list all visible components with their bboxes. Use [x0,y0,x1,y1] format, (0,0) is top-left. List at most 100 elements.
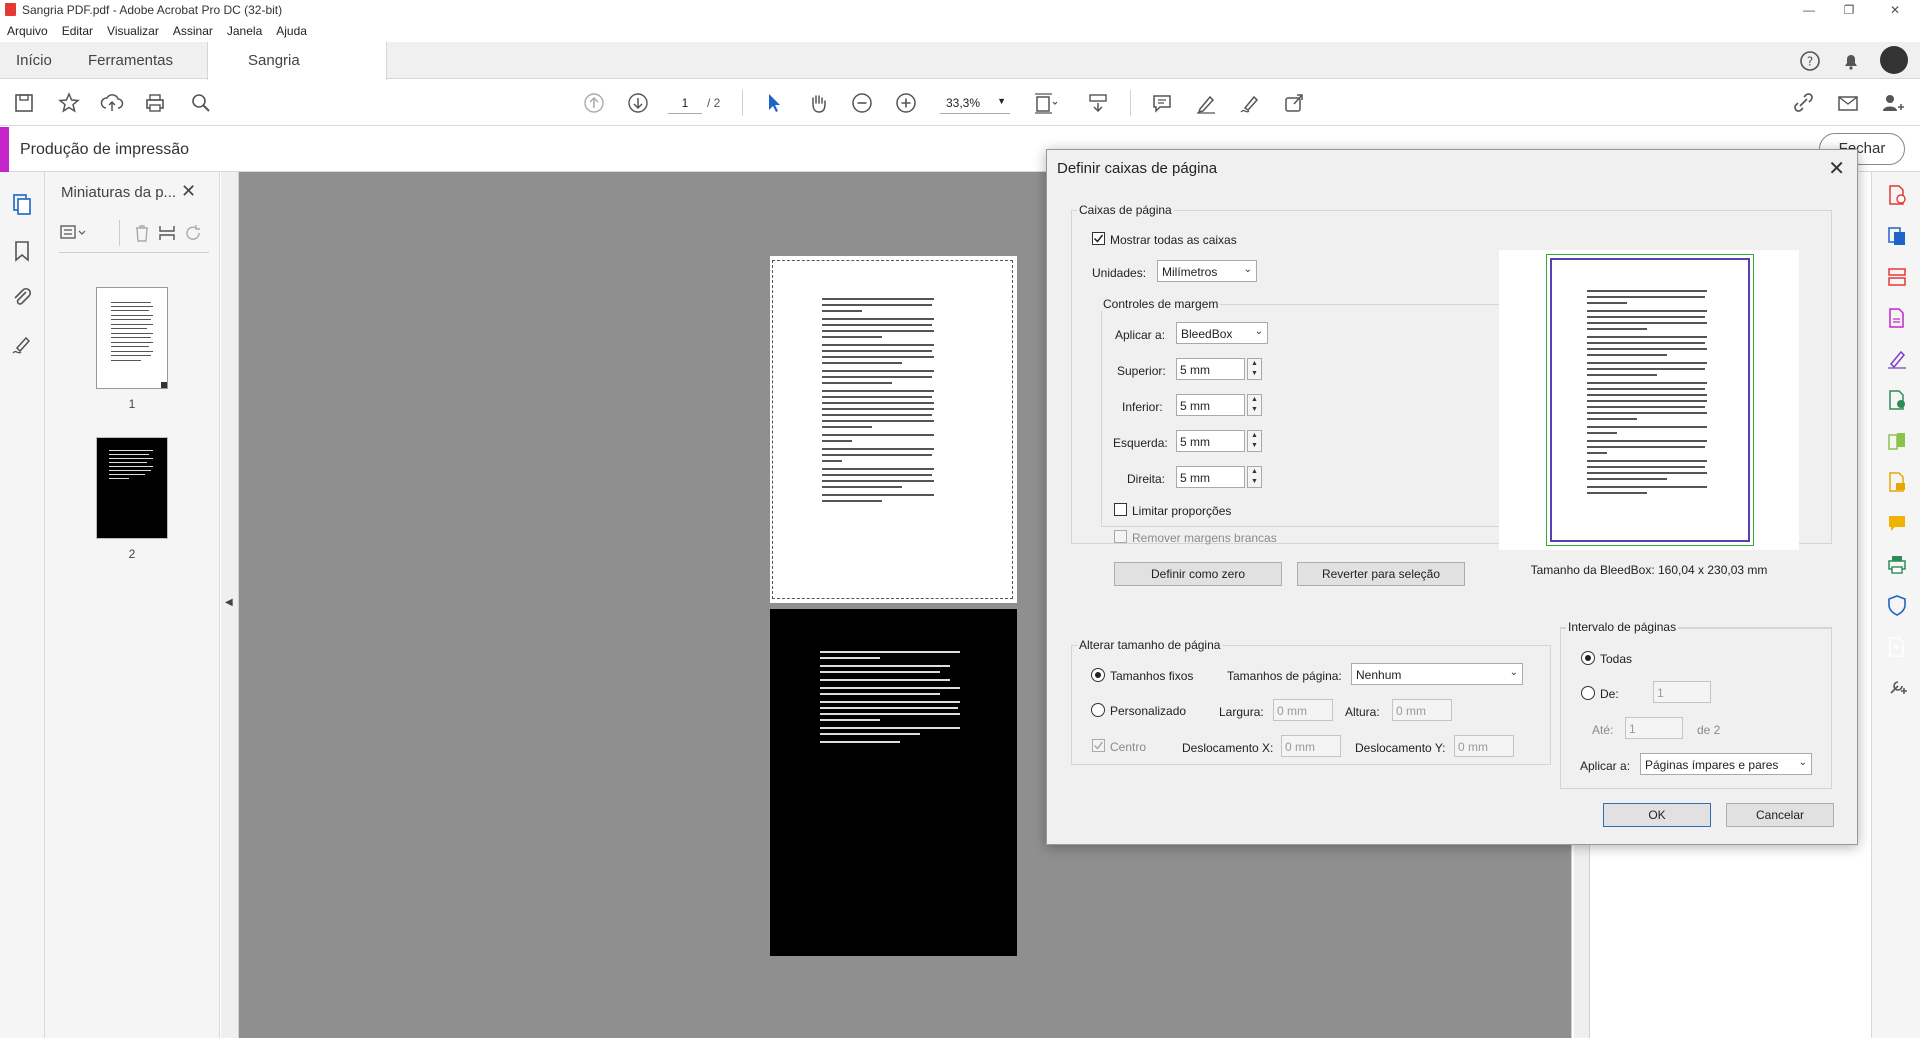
close-panel-icon[interactable]: ✕ [181,181,196,202]
tab-document[interactable]: Sangria PDF.pdf✕ [207,42,387,106]
extract-pages-icon[interactable] [156,222,178,244]
print-production-icon[interactable] [1886,636,1908,658]
from-pages-radio[interactable] [1581,686,1595,700]
attachment-icon[interactable] [10,285,34,309]
page-thumbnail-2[interactable] [96,437,168,539]
constrain-proportions-label: Limitar proporções [1132,504,1232,518]
cloud-upload-icon[interactable] [98,89,126,117]
zoom-out-icon[interactable] [848,89,876,117]
all-pages-radio[interactable] [1581,651,1595,665]
user-avatar[interactable] [1880,46,1908,74]
apply-to-select[interactable]: BleedBox ⌄ [1176,322,1268,344]
menu-arquivo[interactable]: Arquivo [0,20,55,38]
comment-icon[interactable] [1148,89,1176,117]
page-sizes-select[interactable]: Nenhum ⌄ [1351,663,1523,685]
units-select[interactable]: Milímetros ⌄ [1157,260,1257,282]
create-pdf-icon[interactable] [1886,225,1908,247]
to-page-input[interactable]: 1 [1625,717,1683,739]
more-tools-icon[interactable] [1886,676,1908,698]
collapse-arrow-icon[interactable]: ◀ [225,597,233,608]
thumbnail-options-icon[interactable] [59,222,89,242]
right-margin-label: Direita: [1127,472,1166,486]
scan-ocr-icon[interactable] [1886,471,1908,493]
top-margin-input[interactable]: 5 mm [1176,358,1245,380]
offset-x-input[interactable]: 0 mm [1281,735,1341,757]
compare-files-icon[interactable] [1886,430,1908,452]
right-margin-input[interactable]: 5 mm [1176,466,1245,488]
tab-tools[interactable]: Ferramentas [88,42,173,79]
bookmark-icon[interactable] [10,239,34,263]
menu-bar: Arquivo Editar Visualizar Assinar Janela Ajud… [0,20,1920,42]
email-icon[interactable] [1834,89,1862,117]
restore-button[interactable]: ❐ [1826,0,1872,20]
top-margin-stepper[interactable]: ▲ ▼ [1247,358,1262,380]
height-input[interactable]: 0 mm [1392,699,1452,721]
remove-white-margins-checkbox[interactable] [1114,530,1127,543]
fill-sign-icon[interactable] [1236,89,1264,117]
print-press-icon[interactable] [1886,553,1908,575]
highlight-pen-icon[interactable] [1192,89,1220,117]
page-count-label: de 2 [1697,723,1721,737]
menu-janela[interactable]: Janela [220,20,269,38]
signature-icon[interactable] [10,332,34,356]
page-number-input[interactable]: 1 [668,92,702,114]
cancel-button[interactable]: Cancelar [1726,803,1834,827]
comment-tool-icon[interactable] [1886,512,1908,534]
bottom-margin-input[interactable]: 5 mm [1176,394,1245,416]
zoom-in-icon[interactable] [892,89,920,117]
center-checkbox[interactable] [1092,739,1105,752]
page-thumbnail-1[interactable] [96,287,168,389]
notification-bell-icon[interactable] [1839,49,1863,73]
star-bookmark-icon[interactable] [55,89,83,117]
share-edit-icon[interactable] [1280,89,1308,117]
show-all-boxes-checkbox[interactable] [1092,232,1105,245]
rotate-page-icon[interactable] [183,222,205,244]
zoom-level-select[interactable]: 33,3% ▼ [940,92,1010,114]
edit-pdf-icon[interactable] [1886,307,1908,329]
dialog-close-icon[interactable]: ✕ [1828,156,1845,181]
next-page-icon[interactable] [624,89,652,117]
add-user-icon[interactable] [1878,89,1906,117]
save-icon[interactable] [10,89,38,117]
range-apply-to-select[interactable]: Páginas ímpares e pares ⌄ [1640,753,1812,775]
fixed-sizes-radio[interactable] [1091,668,1105,682]
help-icon[interactable]: ? [1798,49,1822,73]
page-thumbnails-icon[interactable] [10,192,34,216]
export-pdf-icon[interactable] [1886,184,1908,206]
ok-button[interactable]: OK [1603,803,1711,827]
page-boxes-group-title: Caixas de página [1077,203,1174,217]
custom-size-radio[interactable] [1091,703,1105,717]
menu-assinar[interactable]: Assinar [166,20,220,38]
combine-files-icon[interactable] [1886,389,1908,411]
menu-editar[interactable]: Editar [55,20,100,38]
link-share-icon[interactable] [1790,89,1818,117]
revert-to-selection-button[interactable]: Reverter para seleção [1297,562,1465,586]
print-icon[interactable] [141,89,169,117]
sign-pen-icon[interactable] [1886,348,1908,370]
collapse-panel-strip[interactable]: ◀ [221,172,239,1038]
tab-home[interactable]: Início [16,42,52,79]
organize-pages-icon[interactable] [1886,266,1908,288]
protect-shield-icon[interactable] [1886,594,1908,616]
menu-visualizar[interactable]: Visualizar [100,20,166,38]
scroll-mode-icon[interactable] [1084,89,1112,117]
offset-y-input[interactable]: 0 mm [1454,735,1514,757]
close-window-button[interactable]: ✕ [1872,0,1918,20]
chevron-down-icon: ⌄ [1243,264,1252,275]
width-input[interactable]: 0 mm [1273,699,1333,721]
select-cursor-icon[interactable] [760,89,788,117]
left-margin-stepper[interactable]: ▲ ▼ [1247,430,1262,452]
top-margin-label: Superior: [1117,364,1166,378]
menu-ajuda[interactable]: Ajuda [269,20,314,38]
page-fit-icon[interactable] [1030,89,1058,117]
set-to-zero-button[interactable]: Definir como zero [1114,562,1282,586]
delete-page-icon[interactable] [131,222,153,244]
hand-tool-icon[interactable] [804,89,832,117]
previous-page-icon[interactable] [580,89,608,117]
constrain-proportions-checkbox[interactable] [1114,503,1127,516]
bottom-margin-stepper[interactable]: ▲ ▼ [1247,394,1262,416]
right-margin-stepper[interactable]: ▲ ▼ [1247,466,1262,488]
left-margin-input[interactable]: 5 mm [1176,430,1245,452]
search-zoom-icon[interactable] [187,89,215,117]
from-page-input[interactable]: 1 [1653,681,1711,703]
